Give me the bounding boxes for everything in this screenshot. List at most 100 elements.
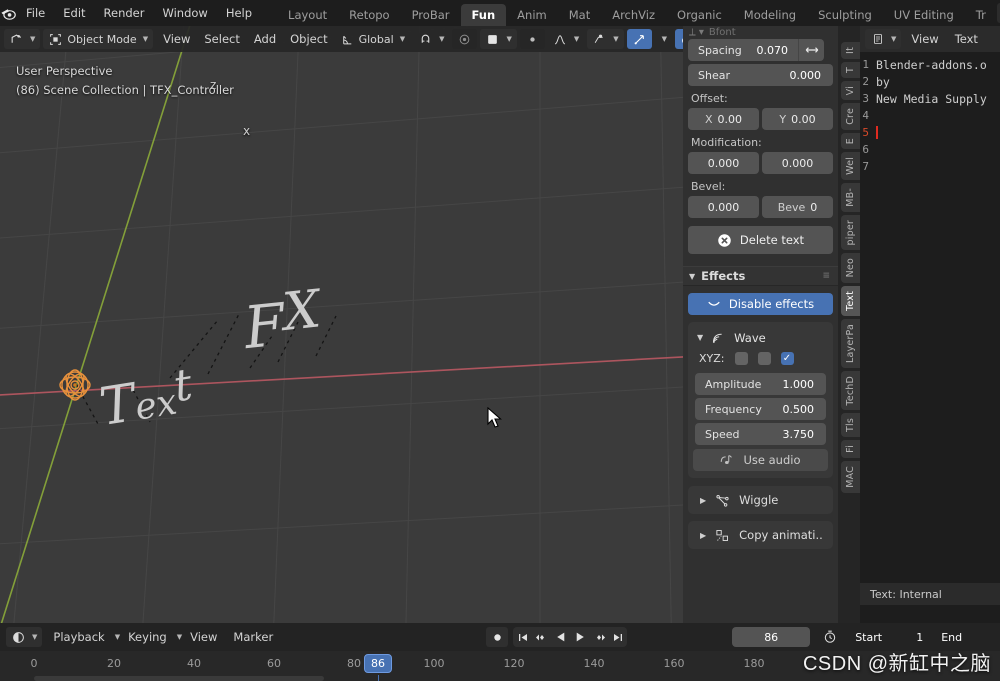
transform-orientation-selector[interactable]: Global ▼ — [335, 29, 410, 49]
start-frame-field[interactable]: Start 1 — [846, 627, 932, 647]
workspace-tab-probar[interactable]: ProBar — [401, 4, 461, 26]
text-editor-menu-view[interactable]: View — [904, 29, 945, 49]
menu-file[interactable]: File — [17, 0, 54, 26]
object-mode-selector[interactable]: Object Mode ▼ — [43, 29, 154, 49]
falloff-curve-selector[interactable]: ▼ — [548, 29, 584, 49]
timeline-menu-playback[interactable]: Playback — [45, 627, 112, 647]
sidebar-tab-cre[interactable]: Cre — [841, 103, 860, 131]
sidebar-tab-text[interactable]: Text — [841, 285, 860, 316]
viewport-menu-add[interactable]: Add — [247, 29, 283, 49]
gizmo-options-selector[interactable]: ▼ — [655, 29, 672, 49]
workspace-tab-archviz[interactable]: ArchViz — [601, 4, 666, 26]
wave-effect-header[interactable]: ▼ Wave — [693, 328, 828, 352]
sidebar-tab-piper[interactable]: piper — [841, 214, 860, 251]
menu-window[interactable]: Window — [153, 0, 216, 26]
expand-triangle-icon[interactable]: ▼ — [697, 333, 703, 342]
falloff-curve-toggle[interactable] — [519, 29, 545, 49]
sidebar-tab-tls[interactable]: Tls — [841, 413, 860, 438]
viewport-menu-view[interactable]: View — [156, 29, 197, 49]
visibility-selector[interactable]: ▼ — [587, 29, 624, 49]
proportional-falloff-selector[interactable]: ▼ — [480, 29, 517, 49]
horizontal-arrows-icon[interactable] — [798, 39, 824, 61]
workspace-tab-uv-editing[interactable]: UV Editing — [883, 4, 965, 26]
sidebar-tab-t[interactable]: T — [841, 61, 860, 78]
wave-amplitude-slider[interactable]: Amplitude 1.000 — [695, 373, 826, 395]
workspace-tab-retopo[interactable]: Retopo — [338, 4, 400, 26]
wave-frequency-slider[interactable]: Frequency 0.500 — [695, 398, 826, 420]
workspace-tab-sculpting[interactable]: Sculpting — [807, 4, 883, 26]
modification-field-1[interactable]: 0.000 — [688, 152, 759, 174]
record-keyframe-icon[interactable] — [486, 627, 509, 647]
properties-panel[interactable]: ⟂ ▾ Bfont Spacing 0.070 Shear 0.000 Offs… — [683, 26, 838, 623]
sidebar-tab-layerpa[interactable]: LayerPa — [841, 318, 860, 368]
timeline-menu-keying[interactable]: Keying — [120, 627, 175, 647]
play-reverse-icon[interactable] — [551, 627, 570, 647]
jump-to-end-icon[interactable] — [608, 627, 627, 647]
next-keyframe-icon[interactable] — [589, 627, 608, 647]
sidebar-tab-vi[interactable]: Vi — [841, 80, 860, 101]
viewport-menu-object[interactable]: Object — [283, 29, 334, 49]
proportional-edit-toggle[interactable] — [452, 29, 478, 49]
sidebar-tab-e[interactable]: E — [841, 133, 860, 150]
shear-slider[interactable]: Shear 0.000 — [688, 64, 833, 86]
end-frame-field[interactable]: End — [932, 627, 972, 647]
blender-logo-icon[interactable] — [0, 0, 17, 26]
collapsed-triangle-icon[interactable]: ▶ — [700, 496, 706, 505]
text-editor-body[interactable]: 1 Blender-addons.o 2 by 3 New Media Supp… — [860, 52, 1000, 175]
overlays-toggle[interactable] — [675, 29, 683, 49]
workspace-tab-fun[interactable]: Fun — [460, 4, 507, 26]
workspace-tab-organic[interactable]: Organic — [666, 4, 733, 26]
prev-keyframe-icon[interactable] — [532, 627, 551, 647]
workspace-tab-modeling[interactable]: Modeling — [733, 4, 807, 26]
wiggle-effect-row[interactable]: ▶ Wiggle — [688, 486, 833, 514]
text-editor-menu-text[interactable]: Text — [948, 29, 985, 49]
timeline-menu-view[interactable]: View — [182, 627, 225, 647]
workspace-tab-layout[interactable]: Layout — [277, 4, 338, 26]
wave-y-checkbox[interactable] — [757, 352, 771, 365]
workspace-tab-tracking[interactable]: Tr — [965, 4, 997, 26]
current-frame-field[interactable]: 86 — [732, 627, 811, 647]
sidebar-tab-techd[interactable]: TechD — [841, 370, 860, 411]
text-editor-icon[interactable]: ▼ — [865, 29, 902, 49]
disable-effects-button[interactable]: Disable effects — [688, 293, 833, 315]
wave-z-checkbox[interactable]: ✓ — [780, 352, 794, 365]
modification-field-2[interactable]: 0.000 — [762, 152, 833, 174]
sidebar-tab-it[interactable]: It — [841, 42, 860, 59]
delete-text-button[interactable]: Delete text — [688, 226, 833, 254]
sidebar-tab-mb[interactable]: MB- — [841, 183, 860, 212]
offset-y-field[interactable]: Y 0.00 — [762, 108, 833, 130]
sidebar-tab-fi[interactable]: Fi — [841, 440, 860, 459]
sidebar-tab-neo[interactable]: Neo — [841, 253, 860, 283]
snap-settings[interactable]: ▼ — [413, 29, 449, 49]
bevel-depth-field[interactable]: 0.000 — [688, 196, 759, 218]
use-audio-button[interactable]: Use audio — [693, 449, 828, 471]
workspace-tab-anim[interactable]: Anim — [506, 4, 558, 26]
editor-type-3dview-icon[interactable]: ▼ — [4, 29, 41, 49]
copy-animation-row[interactable]: ▶ Copy animati.. — [688, 521, 833, 549]
jump-to-start-icon[interactable] — [513, 627, 532, 647]
offset-x-field[interactable]: X 0.00 — [688, 108, 759, 130]
wave-speed-slider[interactable]: Speed 3.750 — [695, 423, 826, 445]
gizmo-toggle[interactable] — [626, 29, 652, 49]
timeline-editor-icon[interactable]: ▼ — [6, 627, 43, 647]
timer-icon[interactable] — [820, 627, 840, 647]
bevel-resolution-field[interactable]: Beve 0 — [762, 196, 833, 218]
timeline-editor[interactable]: ▼ Playback ▼ Keying ▼ View Marker 86 Sta… — [0, 623, 1000, 681]
text-editor[interactable]: ▼ View Text 1 Blender-addons.o 2 by 3 Ne… — [860, 26, 1000, 623]
sidebar-tab-mac[interactable]: MAC — [841, 461, 860, 493]
spacing-slider[interactable]: Spacing 0.070 — [688, 39, 824, 61]
viewport-menu-select[interactable]: Select — [197, 29, 246, 49]
wave-x-checkbox[interactable] — [734, 352, 748, 365]
collapsed-triangle-icon[interactable]: ▶ — [700, 531, 706, 540]
workspace-tab-mat[interactable]: Mat — [558, 4, 601, 26]
menu-help[interactable]: Help — [217, 0, 261, 26]
effects-section-header[interactable]: ▼ Effects ≡ — [683, 266, 838, 286]
timeline-scroll-strip[interactable] — [34, 676, 324, 681]
play-icon[interactable] — [570, 627, 589, 647]
menu-edit[interactable]: Edit — [54, 0, 94, 26]
wave-effect-card[interactable]: ▼ Wave XYZ: ✓ Amplitude 1.000 Frequency … — [688, 322, 833, 478]
playhead-badge[interactable]: 86 — [364, 654, 392, 673]
menu-render[interactable]: Render — [95, 0, 154, 26]
sidebar-tab-wel[interactable]: Wel — [841, 152, 860, 181]
timeline-menu-marker[interactable]: Marker — [225, 627, 281, 647]
